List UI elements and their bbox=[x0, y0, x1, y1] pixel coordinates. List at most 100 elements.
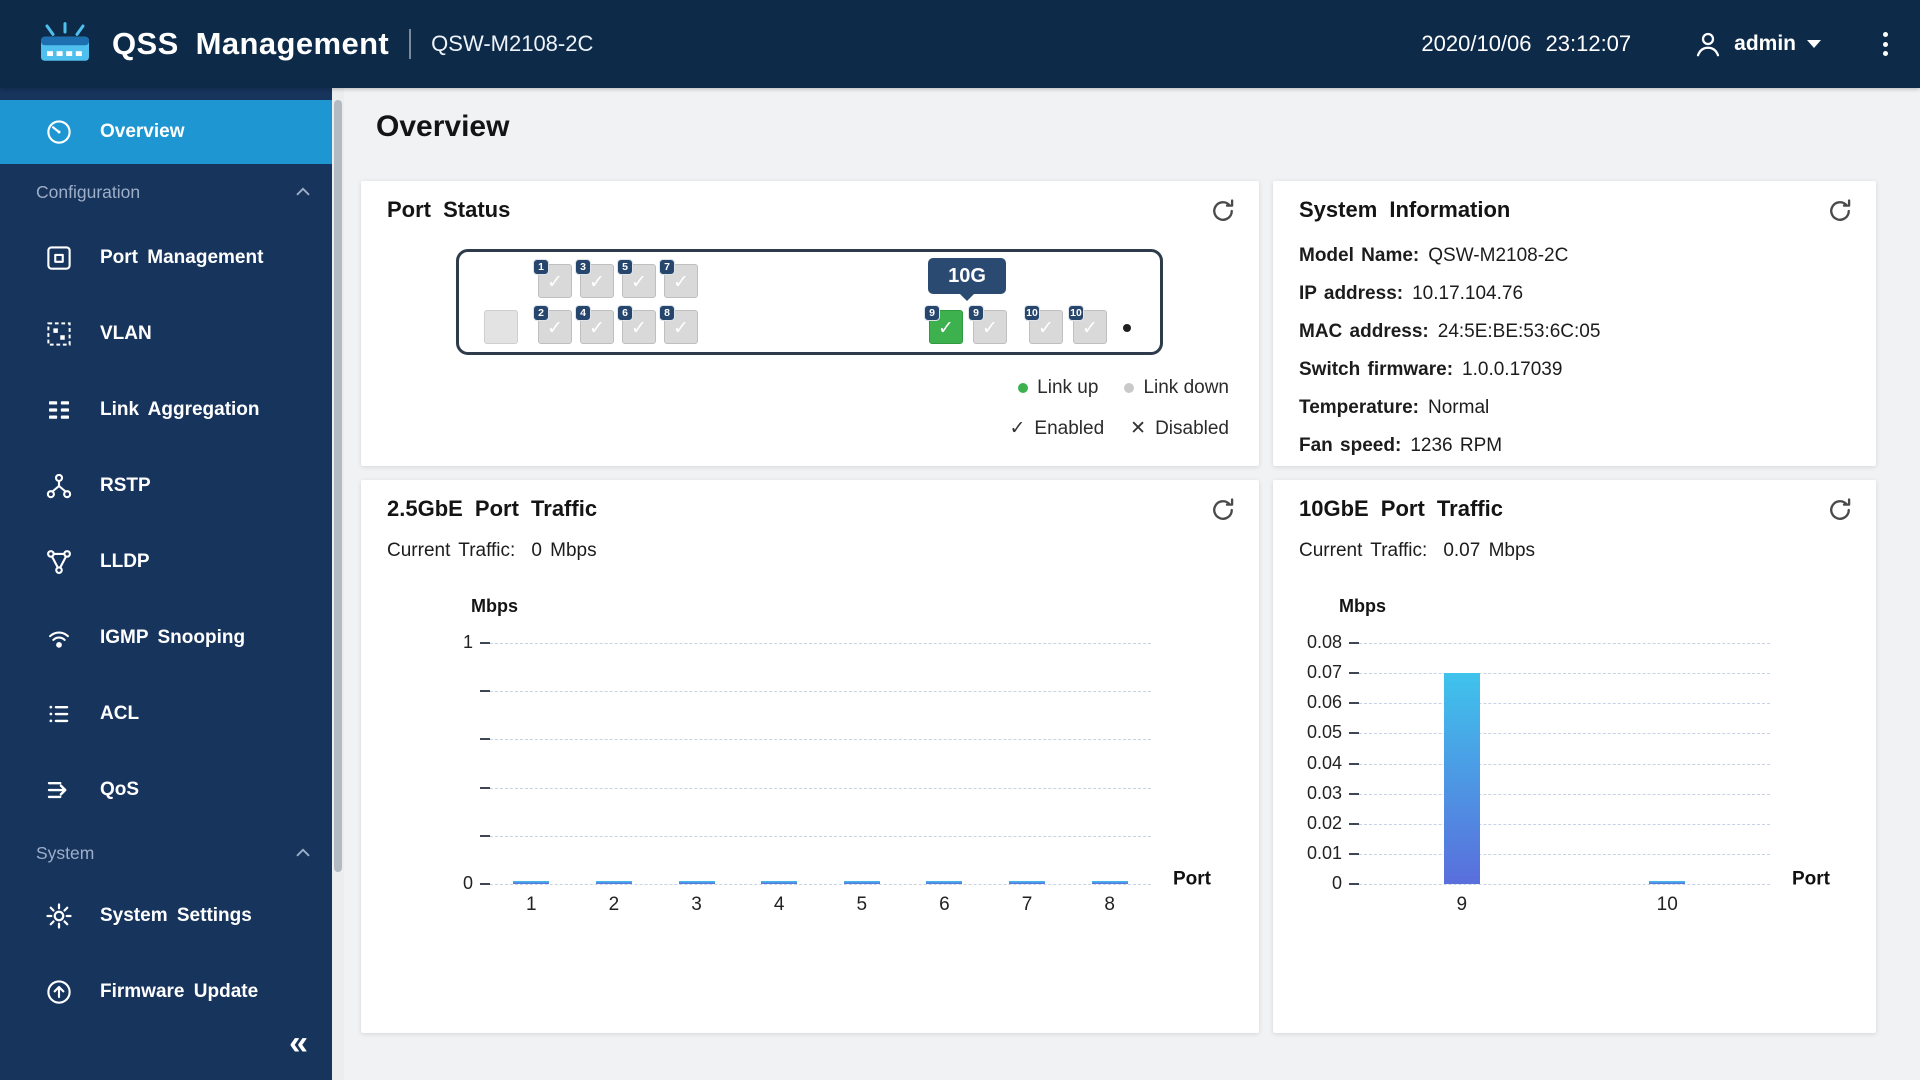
gridline bbox=[490, 691, 1151, 693]
sidebar-item-label: Link Aggregation bbox=[100, 399, 260, 420]
date-text: 2020/10/06 bbox=[1421, 31, 1532, 56]
legend-link-up: Link up bbox=[1018, 377, 1098, 399]
port-7: 7 ✓ bbox=[659, 259, 698, 298]
traffic-card-10gbe: 10GbE Port Traffic Current Traffic: 0.07 … bbox=[1273, 480, 1876, 1033]
gridline bbox=[490, 787, 1151, 789]
page-title: Overview bbox=[376, 110, 510, 143]
check-icon: ✓ bbox=[1082, 318, 1098, 339]
check-icon: ✓ bbox=[938, 318, 954, 339]
y-tick-mark bbox=[1349, 732, 1359, 735]
sidebar-item-lldp[interactable]: LLDP bbox=[0, 524, 332, 600]
traffic-bar bbox=[513, 880, 550, 884]
card-title: System Information bbox=[1299, 197, 1511, 222]
app-header: QSS Management QSW-M2108-2C 2020/10/06 2… bbox=[0, 0, 1920, 88]
traffic-bar bbox=[843, 880, 880, 884]
info-row-fan: Fan speed: 1236 RPM bbox=[1299, 435, 1503, 456]
sidebar-item-system-settings[interactable]: System Settings bbox=[0, 878, 332, 954]
sidebar-item-label: VLAN bbox=[100, 323, 152, 344]
current-traffic: Current Traffic: 0.07 Mbps bbox=[1299, 540, 1536, 561]
check-icon: ✓ bbox=[631, 272, 647, 293]
y-tick-label: 0.02 bbox=[1306, 812, 1342, 833]
x-tick-label: 2 bbox=[608, 894, 620, 915]
enable-legend: ✓ Enabled ✕ Disabled bbox=[1009, 417, 1229, 440]
port-number-badge: 3 bbox=[575, 259, 591, 275]
y-tick-label: 0.04 bbox=[1306, 752, 1342, 773]
gridline bbox=[490, 884, 1151, 885]
y-tick-mark bbox=[1349, 822, 1359, 825]
lldp-icon bbox=[44, 547, 74, 577]
port-number-badge: 7 bbox=[659, 259, 675, 275]
sidebar-item-label: ACL bbox=[100, 703, 140, 724]
refresh-icon[interactable] bbox=[1826, 496, 1854, 524]
sidebar-section-system[interactable]: System bbox=[0, 828, 332, 878]
y-tick-label: 0 bbox=[1331, 873, 1342, 894]
sidebar-footer: « bbox=[0, 1006, 332, 1080]
gridline bbox=[1359, 763, 1770, 765]
time-text: 23:12:07 bbox=[1545, 31, 1632, 56]
sidebar-item-label: Overview bbox=[100, 121, 185, 142]
acl-icon bbox=[44, 699, 74, 729]
sidebar-section-configuration[interactable]: Configuration bbox=[0, 164, 332, 220]
port-9-sfp: 9 ✓ bbox=[968, 305, 1007, 344]
tooltip-10g: 10G bbox=[928, 258, 1006, 301]
sidebar-item-label: System Settings bbox=[100, 905, 252, 926]
user-menu-button[interactable]: admin bbox=[1693, 29, 1821, 59]
vlan-icon bbox=[44, 319, 74, 349]
y-tick-label: 0 bbox=[462, 873, 473, 894]
gridline bbox=[1359, 733, 1770, 735]
check-icon: ✓ bbox=[547, 272, 563, 293]
legend-disabled: ✕ Disabled bbox=[1130, 417, 1229, 440]
refresh-icon[interactable] bbox=[1209, 496, 1237, 524]
y-tick-label: 0.06 bbox=[1306, 692, 1342, 713]
port-status-card: Port Status 1 ✓ 3 ✓ 5 ✓ 7 ✓ 2 ✓ 4 ✓ 6 ✓ 8 ✓ 9 ✓ 9… bbox=[361, 181, 1259, 466]
chevron-up-icon bbox=[292, 181, 314, 203]
card-title: 2.5GbE Port Traffic bbox=[387, 496, 598, 521]
port-management-icon bbox=[44, 243, 74, 273]
sidebar-item-label: LLDP bbox=[100, 551, 150, 572]
sidebar-item-overview[interactable]: Overview bbox=[0, 100, 332, 164]
check-icon: ✓ bbox=[982, 318, 998, 339]
port-4: 4 ✓ bbox=[575, 305, 614, 344]
y-axis-title: Mbps bbox=[1339, 596, 1386, 616]
x-axis-label: Port bbox=[1173, 868, 1211, 890]
y-tick-mark bbox=[480, 690, 490, 693]
sidebar-item-port-management[interactable]: Port Management bbox=[0, 220, 332, 296]
dot bbox=[1883, 41, 1888, 47]
port-5: 5 ✓ bbox=[617, 259, 656, 298]
x-tick-label: 8 bbox=[1104, 894, 1115, 915]
title-divider bbox=[409, 29, 412, 59]
sidebar-item-link-aggregation[interactable]: Link Aggregation bbox=[0, 372, 332, 448]
more-options-button[interactable] bbox=[1877, 26, 1894, 62]
section-label: System bbox=[36, 842, 95, 863]
info-row-ip: IP address: 10.17.104.76 bbox=[1299, 283, 1524, 304]
app-title: QSS Management bbox=[112, 26, 390, 61]
sidebar-item-qos[interactable]: QoS bbox=[0, 752, 332, 828]
dot bbox=[1883, 51, 1888, 56]
check-icon: ✓ bbox=[547, 318, 563, 339]
sidebar-item-rstp[interactable]: RSTP bbox=[0, 448, 332, 524]
main-content: Overview Port Status 1 ✓ 3 ✓ 5 ✓ 7 ✓ 2 ✓ 4 ✓ 6… bbox=[344, 88, 1920, 1080]
port-number-badge: 10 bbox=[1024, 305, 1040, 321]
port-blank bbox=[484, 310, 518, 344]
port-number-badge: 4 bbox=[575, 305, 591, 321]
x-tick-label: 6 bbox=[939, 894, 950, 915]
current-traffic: Current Traffic: 0 Mbps bbox=[387, 540, 597, 561]
info-row-temperature: Temperature: Normal bbox=[1299, 397, 1490, 418]
gridline bbox=[1359, 703, 1770, 705]
y-tick-mark bbox=[480, 786, 490, 789]
sidebar-scrollbar-thumb[interactable] bbox=[334, 100, 342, 872]
traffic-bar bbox=[1009, 880, 1046, 884]
refresh-icon[interactable] bbox=[1209, 197, 1237, 225]
sidebar-item-igmp-snooping[interactable]: IGMP Snooping bbox=[0, 600, 332, 676]
info-row-model: Model Name: QSW-M2108-2C bbox=[1299, 245, 1569, 266]
refresh-icon[interactable] bbox=[1826, 197, 1854, 225]
check-icon: ✓ bbox=[631, 318, 647, 339]
gray-dot-icon bbox=[1124, 383, 1135, 393]
sidebar-scrollbar-track[interactable] bbox=[332, 88, 344, 1080]
sidebar-item-firmware-update[interactable]: Firmware Update bbox=[0, 954, 332, 1006]
port-9-linkup: 9 ✓ bbox=[924, 305, 963, 344]
collapse-sidebar-button[interactable]: « bbox=[289, 1026, 308, 1060]
sidebar-item-vlan[interactable]: VLAN bbox=[0, 296, 332, 372]
sidebar-item-acl[interactable]: ACL bbox=[0, 676, 332, 752]
qss-logo-icon bbox=[41, 22, 89, 61]
